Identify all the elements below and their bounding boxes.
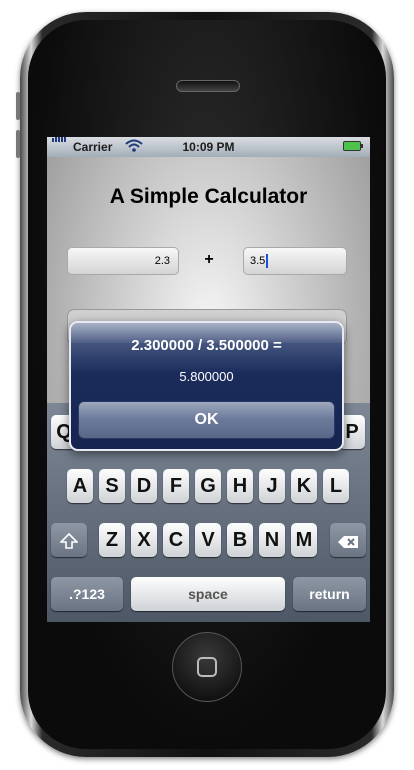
key-m[interactable]: M [291, 523, 317, 557]
key-v[interactable]: V [195, 523, 221, 557]
operand-a-value: 2.3 [154, 255, 170, 267]
return-key[interactable]: return [293, 577, 366, 611]
key-s[interactable]: S [99, 469, 125, 503]
key-d[interactable]: D [131, 469, 157, 503]
operand-b-value: 3.5 [250, 255, 266, 267]
earpiece-speaker [176, 80, 240, 92]
ok-button[interactable]: OK [78, 401, 335, 439]
key-b[interactable]: B [227, 523, 253, 557]
backspace-icon [338, 536, 358, 548]
home-square-icon [197, 657, 217, 677]
key-n[interactable]: N [259, 523, 285, 557]
key-a[interactable]: A [67, 469, 93, 503]
alert-title: 2.300000 / 3.500000 = [131, 337, 282, 354]
shift-key[interactable] [51, 523, 87, 557]
volume-button [16, 92, 20, 120]
key-g[interactable]: G [195, 469, 221, 503]
screen: Carrier 10:09 PM A Simple Calculator 2.3… [47, 137, 370, 622]
status-bar: Carrier 10:09 PM [47, 137, 370, 157]
space-key[interactable]: space [131, 577, 285, 611]
key-h[interactable]: H [227, 469, 253, 503]
alert-message: 5.800000 [179, 369, 234, 384]
status-time: 10:09 PM [182, 140, 235, 154]
shift-arrow-icon [59, 532, 79, 549]
key-c[interactable]: C [163, 523, 189, 557]
volume-button [16, 130, 20, 158]
battery-icon [343, 141, 363, 151]
text-cursor [266, 254, 269, 269]
numbers-key[interactable]: .?123 [51, 577, 123, 611]
backspace-key[interactable] [330, 523, 366, 557]
key-k[interactable]: K [291, 469, 317, 503]
operator-label: + [204, 251, 214, 268]
key-l[interactable]: L [323, 469, 349, 503]
alert-dialog: 2.300000 / 3.500000 = 5.800000 OK [69, 321, 344, 451]
operand-a-field[interactable]: 2.3 [67, 247, 179, 275]
key-z[interactable]: Z [99, 523, 125, 557]
key-x[interactable]: X [131, 523, 157, 557]
home-button[interactable] [172, 632, 242, 702]
page-title: A Simple Calculator [109, 185, 308, 208]
key-j[interactable]: J [259, 469, 285, 503]
operand-b-field[interactable]: 3.5 [243, 247, 347, 275]
key-f[interactable]: F [163, 469, 189, 503]
